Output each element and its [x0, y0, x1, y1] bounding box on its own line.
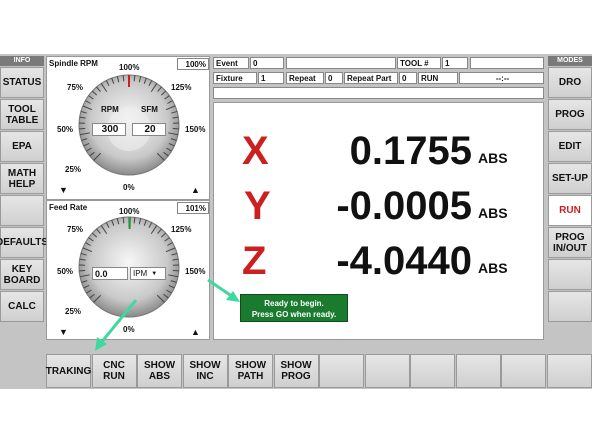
annotation-arrows — [95, 278, 240, 351]
cnc-screen: INFO STATUS TOOL TABLE EPA MATH HELP DEFAULT… — [0, 54, 592, 389]
